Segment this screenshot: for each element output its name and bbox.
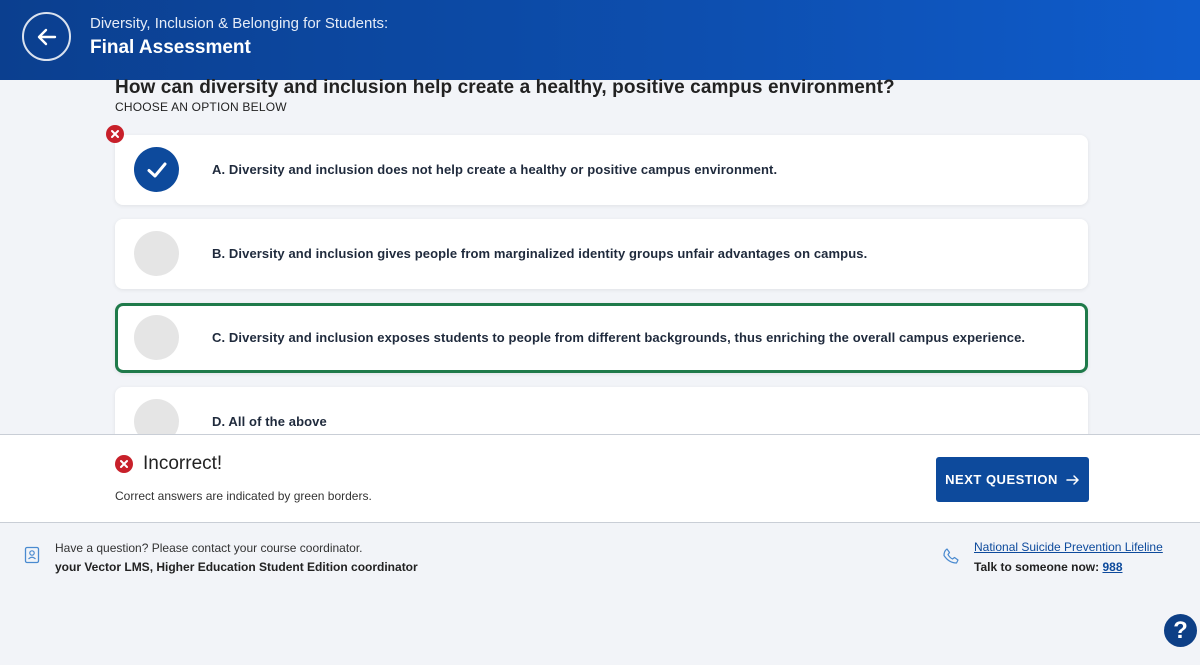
lifeline-number-link[interactable]: 988 bbox=[1102, 560, 1122, 574]
option-b[interactable]: B. Diversity and inclusion gives people … bbox=[115, 219, 1088, 289]
next-question-label: NEXT QUESTION bbox=[945, 472, 1058, 487]
course-name: Diversity, Inclusion & Belonging for Stu… bbox=[90, 15, 389, 32]
contact-question: Have a question? Please contact your cou… bbox=[55, 541, 363, 555]
arrow-right-icon bbox=[1066, 474, 1079, 485]
page-title: Final Assessment bbox=[90, 37, 251, 58]
lifeline-link[interactable]: National Suicide Prevention Lifeline bbox=[974, 540, 1163, 554]
checkmark-icon bbox=[147, 162, 166, 177]
help-icon: ? bbox=[1173, 616, 1188, 644]
question-text: How can diversity and inclusion help cre… bbox=[115, 77, 895, 98]
option-a-label: A. Diversity and inclusion does not help… bbox=[212, 162, 778, 177]
option-c[interactable]: C. Diversity and inclusion exposes stude… bbox=[115, 303, 1088, 373]
incorrect-marker-icon bbox=[106, 125, 124, 143]
talk-text: Talk to someone now: bbox=[974, 560, 1100, 574]
option-b-label: B. Diversity and inclusion gives people … bbox=[212, 246, 868, 261]
contact-coordinator: your Vector LMS, Higher Education Studen… bbox=[55, 560, 418, 574]
next-question-button[interactable]: NEXT QUESTION bbox=[936, 457, 1089, 502]
option-d-label: D. All of the above bbox=[212, 414, 327, 429]
phone-icon bbox=[942, 547, 960, 570]
option-a[interactable]: A. Diversity and inclusion does not help… bbox=[115, 135, 1088, 205]
option-c-radio[interactable] bbox=[134, 315, 179, 360]
talk-line: Talk to someone now: 988 bbox=[974, 560, 1123, 574]
arrow-left-icon bbox=[37, 28, 56, 45]
help-button[interactable]: ? bbox=[1164, 614, 1197, 647]
option-c-label: C. Diversity and inclusion exposes stude… bbox=[212, 330, 1026, 345]
feedback-panel: Incorrect! Correct answers are indicated… bbox=[0, 434, 1200, 523]
app-header: Diversity, Inclusion & Belonging for Stu… bbox=[0, 0, 1200, 80]
option-b-radio[interactable] bbox=[134, 231, 179, 276]
question-instruction: CHOOSE AN OPTION BELOW bbox=[115, 100, 287, 114]
feedback-title: Incorrect! bbox=[143, 453, 223, 474]
option-a-radio[interactable] bbox=[134, 147, 179, 192]
contact-card-icon bbox=[24, 546, 40, 569]
back-button[interactable] bbox=[22, 12, 71, 61]
feedback-text: Correct answers are indicated by green b… bbox=[115, 489, 372, 503]
error-icon bbox=[115, 455, 133, 473]
